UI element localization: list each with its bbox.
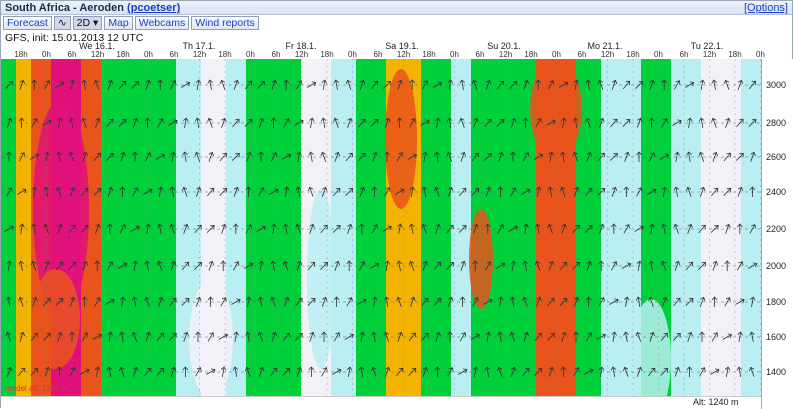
location-title: South Africa - Aeroden bbox=[5, 2, 124, 14]
day-labels: We 16.1. Th 17.1. Fr 18.1. Sa 19.1. Su 20.1.… bbox=[1, 41, 793, 51]
hour-label: 6h bbox=[577, 50, 587, 59]
hour-label: 12h bbox=[702, 50, 717, 59]
view-2d-label: 2D bbox=[76, 17, 91, 29]
altitude-tick: 2000 bbox=[766, 261, 787, 271]
hour-label: 12h bbox=[294, 50, 309, 59]
altitude-tick: 2600 bbox=[766, 152, 787, 162]
map-button[interactable]: Map bbox=[104, 16, 133, 30]
hour-label: 0h bbox=[552, 50, 561, 59]
wind-speed-band bbox=[1, 59, 16, 409]
hour-label: 12h bbox=[90, 50, 105, 59]
hour-label: 0h bbox=[654, 50, 663, 59]
hour-label: 12h bbox=[396, 50, 411, 59]
hour-label: 6h bbox=[271, 50, 281, 59]
wind-speed-band bbox=[451, 59, 471, 409]
wind-speed-band bbox=[496, 59, 511, 409]
page-title: South Africa - Aeroden (pcoetser) bbox=[5, 2, 180, 14]
options-link[interactable]: [Options] bbox=[744, 2, 788, 14]
hour-label: 18h bbox=[218, 50, 232, 59]
hour-label: 12h bbox=[192, 50, 207, 59]
wind-speed-band bbox=[331, 59, 356, 409]
model-height-label: model alt: 1240 m bbox=[5, 384, 69, 393]
wind-speed-band bbox=[671, 59, 701, 409]
title-bar: South Africa - Aeroden (pcoetser) [Optio… bbox=[1, 1, 792, 15]
options-link-label: [Options] bbox=[743, 2, 788, 14]
wind-profile-svg bbox=[1, 59, 761, 409]
wind-speed-band bbox=[356, 59, 386, 409]
hour-label: 12h bbox=[498, 50, 513, 59]
toolbar: Forecast ∿ 2D ▾ Map Webcams Wind reports bbox=[3, 16, 259, 31]
wind-contour-blob bbox=[307, 189, 335, 369]
webcams-button[interactable]: Webcams bbox=[134, 16, 190, 30]
altitude-tick: 1600 bbox=[766, 332, 787, 342]
altitude-label: Alt: 1240 m bbox=[691, 397, 741, 407]
wind-speed-band bbox=[741, 59, 761, 409]
hour-label: 0h bbox=[42, 50, 51, 59]
hour-label: 18h bbox=[14, 50, 28, 59]
wind-speed-band bbox=[101, 59, 131, 409]
wind-contour-blob bbox=[469, 209, 493, 309]
altitude-axis: 3000 2800 2600 2400 2200 2000 1800 1600 1400 bbox=[761, 59, 793, 409]
wind-speed-band bbox=[246, 59, 301, 409]
hour-label: 0h bbox=[756, 50, 765, 59]
wave-chart-button[interactable]: ∿ bbox=[53, 16, 71, 30]
hour-label: 0h bbox=[450, 50, 459, 59]
hour-label: 0h bbox=[144, 50, 153, 59]
hour-label: 6h bbox=[373, 50, 383, 59]
altitude-tick: 1800 bbox=[766, 297, 787, 307]
altitude-tick: 2200 bbox=[766, 224, 787, 234]
hour-label: 6h bbox=[169, 50, 179, 59]
user-link[interactable]: (pcoetser) bbox=[127, 2, 180, 14]
hour-label: 18h bbox=[116, 50, 130, 59]
hour-label: 0h bbox=[246, 50, 255, 59]
view-2d-dropdown[interactable]: 2D ▾ bbox=[72, 16, 103, 30]
hour-label: 6h bbox=[475, 50, 485, 59]
hour-label: 18h bbox=[626, 50, 640, 59]
wind-profile-plot[interactable] bbox=[1, 59, 761, 409]
altitude-tick: 2400 bbox=[766, 187, 787, 197]
hour-label: 18h bbox=[524, 50, 538, 59]
hour-label: 0h bbox=[348, 50, 357, 59]
wave-icon: ∿ bbox=[57, 17, 67, 29]
wind-speed-band bbox=[131, 59, 176, 409]
altitude-tick: 1400 bbox=[766, 367, 787, 377]
hour-labels: 18h 0h 6h 12h 18h 0h 6h 12h 18h 0h 6h 12h 18h 0h 6h 12h… bbox=[1, 50, 793, 59]
wind-contour-blob bbox=[32, 269, 80, 369]
plot-footer bbox=[1, 396, 761, 409]
wind-contour-blob bbox=[530, 59, 582, 159]
forecast-button[interactable]: Forecast bbox=[3, 16, 52, 30]
wind-speed-band bbox=[421, 59, 451, 409]
hour-label: 18h bbox=[422, 50, 436, 59]
window: South Africa - Aeroden (pcoetser) [Optio… bbox=[0, 0, 793, 409]
altitude-tick: 3000 bbox=[766, 80, 787, 90]
hour-label: 12h bbox=[600, 50, 615, 59]
hour-label: 6h bbox=[679, 50, 689, 59]
wind-reports-button[interactable]: Wind reports bbox=[191, 16, 259, 30]
chevron-down-icon: ▾ bbox=[93, 17, 99, 29]
wind-speed-band bbox=[16, 59, 31, 409]
altitude-tick: 2800 bbox=[766, 118, 787, 128]
hour-label: 18h bbox=[320, 50, 334, 59]
hour-label: 18h bbox=[728, 50, 742, 59]
hour-label: 6h bbox=[67, 50, 77, 59]
